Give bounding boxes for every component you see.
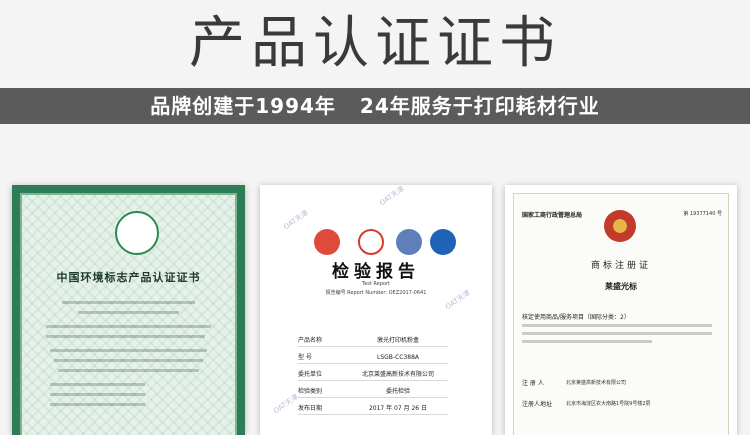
page-title: 产品认证证书: [189, 11, 561, 76]
text-line: [522, 332, 712, 335]
row-value: LSGB-CC388A: [376, 354, 420, 361]
text-line: [62, 301, 195, 304]
report-row: 发布日期 2017 年 07 月 26 日: [298, 403, 448, 415]
certificate-card-trademark: 国家工商行政管理总局 第 19377140 号 商标注册证 莱盛光标 核定使用商…: [505, 185, 737, 435]
text-line: [522, 340, 652, 343]
report-row: 检验类别 委托检验: [298, 386, 448, 398]
report-row: 委托单位 北京莱盛高新技术有限公司: [298, 369, 448, 381]
watermark: OAT天津: [282, 208, 310, 232]
cnas-stamp-icon: [430, 229, 456, 255]
row-value: 委托检验: [385, 388, 410, 395]
address-label: 注册人地址: [522, 401, 553, 408]
certificate-title: 中国环境标志产品认证证书: [56, 271, 201, 284]
cal-stamp-icon: [358, 229, 384, 255]
report-row: 型 号 LSGB-CC388A: [298, 352, 448, 364]
registrant-label: 注 册 人: [522, 380, 544, 387]
text-line: [50, 383, 145, 386]
certificate-frame: 中国环境标志产品认证证书: [20, 193, 237, 435]
service-line: 核定使用商品/服务项目（国际分类：2）: [522, 314, 630, 321]
national-emblem-icon: [604, 210, 636, 242]
row-label: 委托单位: [298, 371, 323, 378]
banner-text: 品牌创建于1994年 24年服务于打印耗材行业: [0, 88, 750, 124]
text-line: [522, 324, 712, 327]
brand-mark: 莱盛光标: [605, 282, 637, 291]
environment-label-logo-icon: [115, 211, 159, 255]
row-label: 型 号: [298, 354, 312, 361]
watermark: OAT天津: [378, 185, 406, 208]
address-value: 北京市海淀区农大南路1号院9号楼2层: [566, 401, 651, 407]
registry-logo: 国家工商行政管理总局: [522, 212, 583, 219]
row-value: 2017 年 07 月 26 日: [368, 405, 428, 412]
report-title: 检验报告: [332, 262, 420, 282]
text-line: [46, 325, 211, 328]
report-row: 产品名称 激光打印机粉盒: [298, 335, 448, 347]
text-line: [54, 359, 203, 362]
banner-right: 24年服务于打印耗材行业: [359, 94, 600, 118]
certificate-frame: 国家工商行政管理总局 第 19377140 号 商标注册证 莱盛光标 核定使用商…: [513, 193, 729, 435]
text-line: [50, 349, 207, 352]
row-label: 检验类别: [298, 388, 323, 395]
report-number: 报告编号 Report Number: OEZ2017-0641: [325, 290, 427, 296]
text-line: [58, 369, 199, 372]
certificate-title: 商标注册证: [590, 261, 651, 271]
page: 产品认证证书 品牌创建于1994年 24年服务于打印耗材行业 中国环境标志产品认证…: [0, 0, 750, 435]
row-label: 产品名称: [298, 337, 323, 344]
banner-left: 品牌创建于1994年: [150, 94, 336, 118]
watermark: OAT天津: [272, 392, 300, 416]
banner: 品牌创建于1994年 24年服务于打印耗材行业: [0, 88, 750, 124]
row-label: 发布日期: [298, 405, 323, 412]
globe-stamp-icon: [396, 229, 422, 255]
registrant-value: 北京莱盛高新技术有限公司: [566, 380, 627, 386]
text-line: [46, 335, 205, 338]
row-value: 北京莱盛高新技术有限公司: [361, 371, 434, 378]
ma-stamp-icon: [314, 229, 340, 255]
certificate-card-inspection: OAT天津 OAT天津 OAT天津 OAT天津 检验报告 Test Report…: [260, 185, 492, 435]
registration-number: 第 19377140 号: [683, 211, 722, 217]
certificate-card-environment: 中国环境标志产品认证证书: [12, 185, 245, 435]
text-line: [78, 311, 179, 314]
text-line: [50, 403, 145, 406]
row-value: 激光打印机粉盒: [376, 337, 419, 344]
text-line: [50, 393, 145, 396]
report-subtitle: Test Report: [361, 281, 390, 287]
